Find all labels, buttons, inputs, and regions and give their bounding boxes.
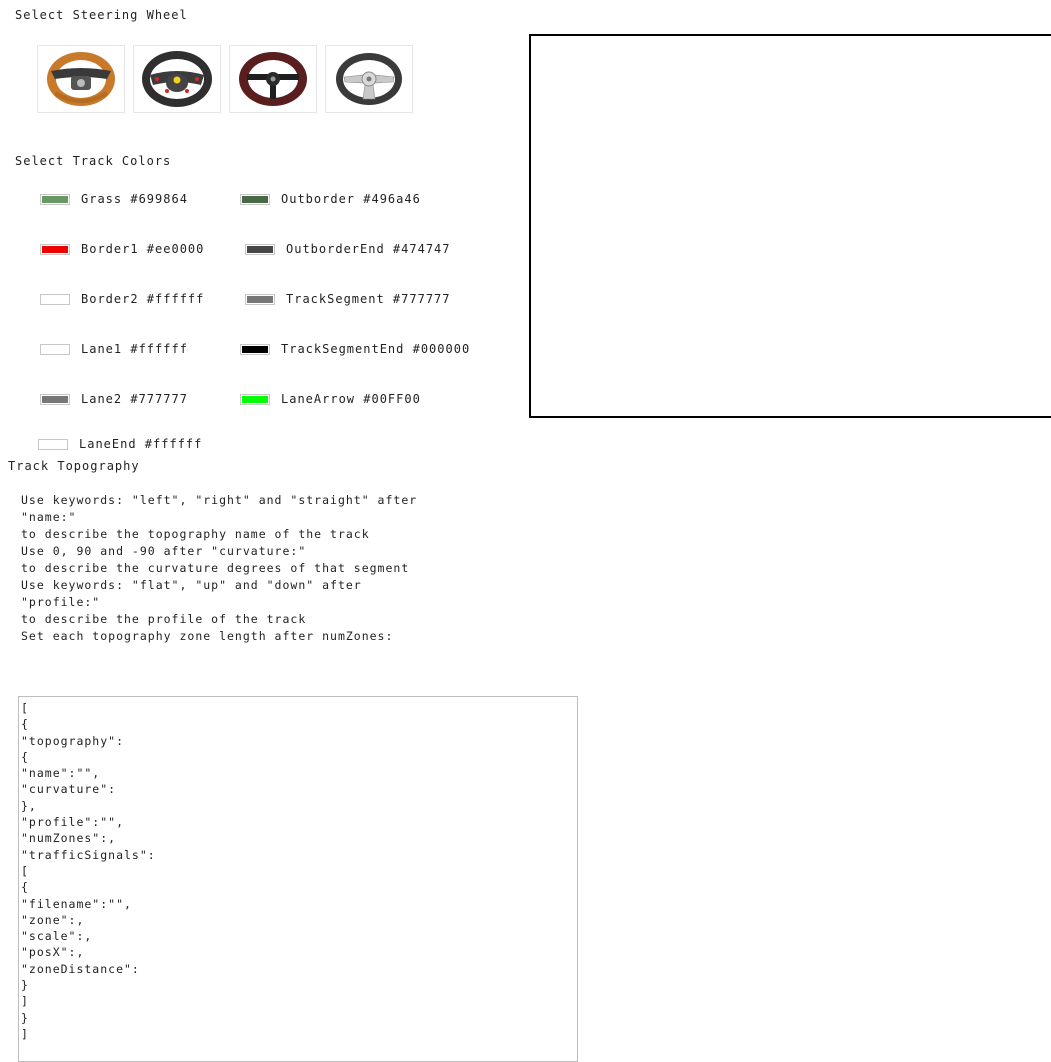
color-option-tracksegmentend[interactable]: TrackSegmentEnd #000000 [240,342,470,356]
track-topography-title: Track Topography [8,459,140,473]
outborderend-swatch [245,243,275,255]
color-option-outborderend[interactable]: OutborderEnd #474747 [245,242,451,256]
lane1-swatch [40,343,70,355]
wheel-option-wood[interactable] [229,45,317,113]
laneend-swatch [38,438,68,450]
color-option-lane2[interactable]: Lane2 #777777 [40,392,188,406]
lane2-swatch [40,393,70,405]
instruction-line: Use keywords: "flat", "up" and "down" af… [21,578,362,609]
color-option-tracksegment[interactable]: TrackSegment #777777 [245,292,451,306]
color-option-outborder[interactable]: Outborder #496a46 [240,192,421,206]
color-option-border2[interactable]: Border2 #ffffff [40,292,204,306]
silver-steering-wheel-icon [336,53,402,105]
instruction-line: Set each topography zone length after nu… [21,629,394,643]
track-canvas[interactable] [529,34,1051,418]
color-label: Grass #699864 [81,192,188,206]
color-option-lanearrow[interactable]: LaneArrow #00FF00 [240,392,421,406]
color-option-laneend[interactable]: LaneEnd #ffffff [38,437,202,451]
color-label: Outborder #496a46 [281,192,421,206]
color-label: LaneEnd #ffffff [79,437,203,451]
instruction-line: to describe the curvature degrees of tha… [21,561,410,575]
wheel-option-silver[interactable] [325,45,413,113]
steering-wheel-title: Select Steering Wheel [15,8,188,22]
outborder-swatch [240,193,270,205]
color-label: Lane1 #ffffff [81,342,188,356]
steering-wheel-options [37,45,413,113]
color-label: Border1 #ee0000 [81,242,205,256]
color-label: TrackSegment #777777 [286,292,451,306]
color-label: TrackSegmentEnd #000000 [281,342,471,356]
instruction-line: Use 0, 90 and -90 after "curvature:" [21,544,307,558]
lanearrow-swatch [240,393,270,405]
instruction-line: to describe the profile of the track [21,612,307,626]
instruction-line: Use keywords: "left", "right" and "strai… [21,493,418,524]
wood-steering-wheel-icon [239,52,307,106]
color-option-lane1[interactable]: Lane1 #ffffff [40,342,188,356]
ferrari-steering-wheel-icon [142,51,212,107]
border1-swatch [40,243,70,255]
color-label: Lane2 #777777 [81,392,188,406]
color-label: LaneArrow #00FF00 [281,392,421,406]
color-option-grass[interactable]: Grass #699864 [40,192,188,206]
border2-swatch [40,293,70,305]
tracksegmentend-swatch [240,343,270,355]
color-label: Border2 #ffffff [81,292,205,306]
tracksegment-swatch [245,293,275,305]
color-label: OutborderEnd #474747 [286,242,451,256]
wheel-option-orange[interactable] [37,45,125,113]
orange-steering-wheel-icon [47,52,115,106]
color-option-border1[interactable]: Border1 #ee0000 [40,242,204,256]
topography-instructions: Use keywords: "left", "right" and "strai… [21,492,431,645]
wheel-option-ferrari[interactable] [133,45,221,113]
track-colors-title: Select Track Colors [15,154,172,168]
topography-json-textarea[interactable]: [ { "topography": { "name":"", "curvatur… [18,696,578,1062]
instruction-line: to describe the topography name of the t… [21,527,370,541]
grass-swatch [40,193,70,205]
